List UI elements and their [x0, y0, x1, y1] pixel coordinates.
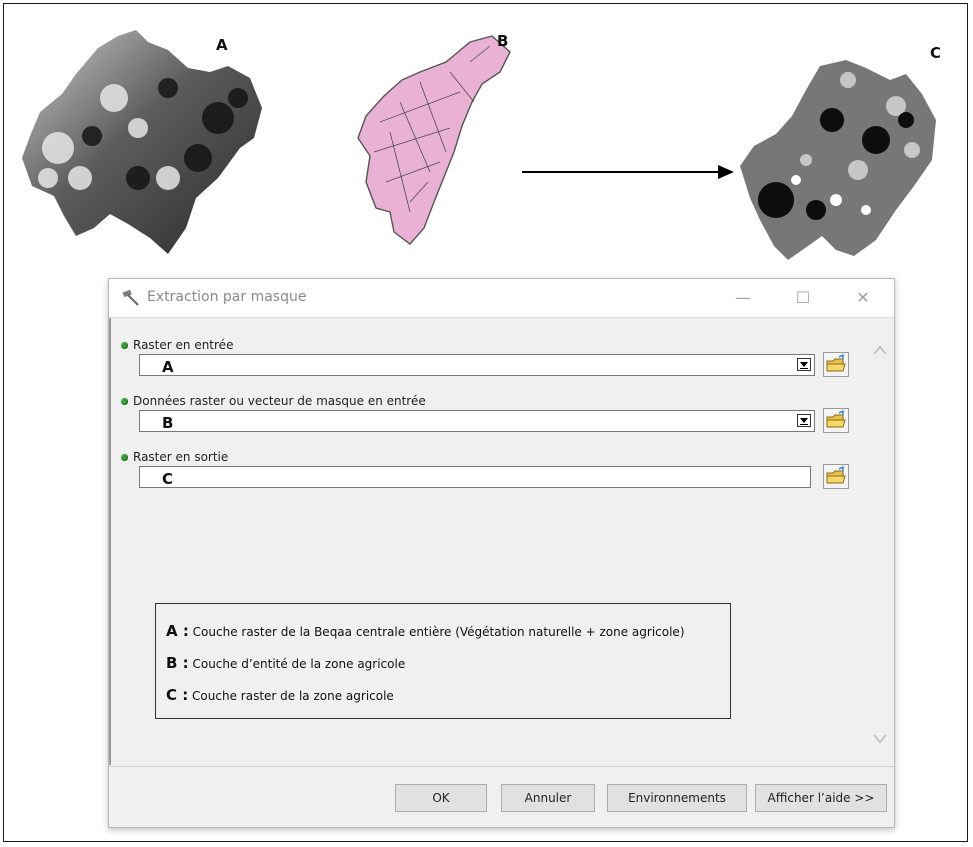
dialog-footer: OK Annuler Environnements Afficher l’aid… — [109, 766, 894, 828]
required-dot-icon — [121, 398, 128, 405]
browse-input-raster-button[interactable] — [823, 352, 849, 377]
hammer-icon — [122, 289, 139, 306]
folder-icon — [826, 409, 846, 428]
legend-box: A : Couche raster de la Beqaa centrale e… — [155, 603, 731, 719]
cancel-button[interactable]: Annuler — [501, 784, 595, 812]
show-help-button[interactable]: Afficher l’aide >> — [755, 784, 887, 812]
dropdown-arrow-icon[interactable] — [797, 358, 811, 371]
map-c-label: C — [930, 44, 942, 62]
param-label-input-raster: Raster en entrée — [121, 338, 233, 352]
ok-button[interactable]: OK — [395, 784, 487, 812]
arrow-icon — [522, 165, 734, 179]
raster-map-c — [740, 60, 936, 260]
folder-icon — [826, 465, 846, 484]
dialog-title: Extraction par masque — [147, 289, 307, 305]
minimize-button[interactable]: — — [723, 283, 763, 313]
vector-mask-map-b — [357, 35, 511, 245]
extraction-dialog: Extraction par masque — ☐ ✕ Raster en en… — [108, 278, 895, 828]
mask-combobox[interactable]: B — [139, 410, 815, 432]
vertical-scrollbar[interactable] — [867, 318, 894, 765]
map-b-label: B — [497, 32, 509, 50]
map-a-label: A — [216, 36, 228, 54]
legend-row-b: B : Couche d’entité de la zone agricole — [166, 654, 406, 672]
input-raster-combobox[interactable]: A — [139, 354, 815, 376]
folder-icon — [826, 353, 846, 372]
required-dot-icon — [121, 342, 128, 349]
close-button[interactable]: ✕ — [843, 283, 883, 313]
param-label-mask: Données raster ou vecteur de masque en e… — [121, 394, 426, 408]
dialog-titlebar[interactable]: Extraction par masque — ☐ ✕ — [109, 279, 894, 318]
output-raster-field[interactable]: C — [139, 466, 811, 488]
dropdown-arrow-icon[interactable] — [797, 414, 811, 427]
raster-map-a — [22, 30, 262, 254]
environments-button[interactable]: Environnements — [607, 784, 747, 812]
required-dot-icon — [121, 454, 128, 461]
chevron-down-icon[interactable] — [872, 733, 888, 745]
legend-row-a: A : Couche raster de la Beqaa centrale e… — [166, 622, 685, 640]
chevron-up-icon[interactable] — [872, 344, 888, 356]
browse-mask-button[interactable] — [823, 408, 849, 433]
legend-row-c: C : Couche raster de la zone agricole — [166, 686, 394, 704]
maximize-button[interactable]: ☐ — [783, 283, 823, 313]
dialog-content: Raster en entrée A Données raster ou vec… — [109, 318, 869, 765]
browse-output-raster-button[interactable] — [823, 464, 849, 489]
param-label-output-raster: Raster en sortie — [121, 450, 228, 464]
